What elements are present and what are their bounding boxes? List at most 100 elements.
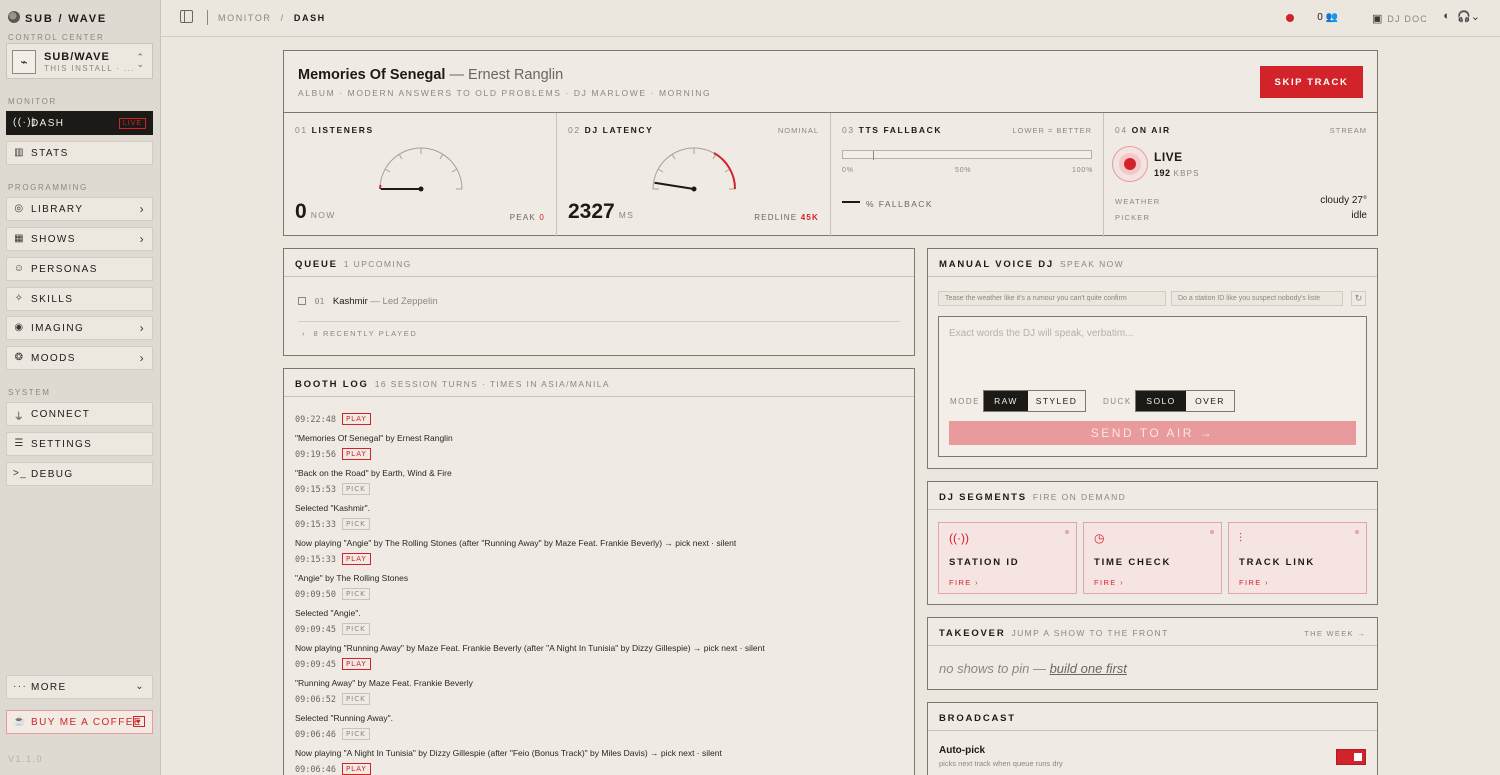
breadcrumb-parent[interactable]: MONITOR xyxy=(218,13,272,23)
queue-title-text: QUEUE xyxy=(295,259,338,270)
listeners-value: 0 NOW xyxy=(295,200,336,224)
dj-segments-panel: DJ SEGMENTS FIRE ON DEMAND ((·)) STATION … xyxy=(927,481,1378,605)
mode-styled[interactable]: STYLED xyxy=(1028,391,1085,411)
booth-title: BOOTH LOG 16 SESSION TURNS · TIMES IN ASI… xyxy=(295,379,610,390)
palette-icon: ❂ xyxy=(14,352,25,363)
sidebar-item-debug[interactable]: >_ DEBUG xyxy=(6,462,153,486)
sidebar-toggle-icon[interactable] xyxy=(180,10,193,23)
sidebar: SUB / WAVE CONTROL CENTER ⌁ SUB/WAVE THI… xyxy=(0,0,161,775)
mode-raw[interactable]: RAW xyxy=(984,391,1028,411)
terminal-icon: >_ xyxy=(13,468,28,479)
picker-label: PICKER xyxy=(1115,213,1151,222)
queue-item-title: Kashmir xyxy=(332,296,368,307)
gauge-needle xyxy=(654,181,695,190)
log-tag: PICK xyxy=(341,483,370,495)
breadcrumb: MONITOR / DASH xyxy=(218,13,326,23)
latency-redline: REDLINE 45K xyxy=(754,213,819,222)
stat-number: 01 xyxy=(295,125,308,135)
segment-fire: FIRE › xyxy=(1239,578,1270,587)
tts-marker xyxy=(872,151,874,160)
broadcast-title: BROADCAST xyxy=(939,713,1016,724)
sparkle-icon: ✧ xyxy=(14,293,25,304)
sidebar-item-moods[interactable]: ❂ MOODS › xyxy=(6,346,153,370)
takeover-title: TAKEOVER JUMP A SHOW TO THE FRONT xyxy=(939,628,1169,639)
listener-count[interactable]: 0 👥 xyxy=(1317,12,1338,23)
install-switcher[interactable]: ⌁ SUB/WAVE THIS INSTALL · ... ⌃ ⌄ xyxy=(6,43,153,79)
latency-value: 2327 MS xyxy=(568,200,634,224)
log-time: 09:19:56 xyxy=(295,450,336,460)
sidebar-item-imaging[interactable]: ◉ IMAGING › xyxy=(6,316,153,340)
buy-coffee-button[interactable]: ☕ BUY ME A COFFEE ♥ xyxy=(6,710,153,734)
segment-track-link[interactable]: ⫶ TRACK LINK FIRE › xyxy=(1228,522,1367,594)
segment-station-id[interactable]: ((·)) STATION ID FIRE › xyxy=(938,522,1077,594)
listeners-gauge xyxy=(379,147,463,192)
broadcast-icon: ((·)) xyxy=(13,117,37,128)
recently-played-toggle[interactable]: › 8 RECENTLY PLAYED xyxy=(302,329,417,338)
dj-doc-button[interactable]: ▣ DJ DOC xyxy=(1372,12,1428,25)
duck-solo[interactable]: SOLO xyxy=(1136,391,1186,411)
stat-heading: 04 ON AIR xyxy=(1115,125,1171,135)
log-tag: PLAY xyxy=(341,763,371,775)
log-tag: PLAY xyxy=(341,448,371,460)
log-text: Now playing "A Night In Tunisia" by Dizz… xyxy=(295,748,722,758)
recording-indicator xyxy=(1286,14,1294,22)
mode-toggle[interactable]: RAW STYLED xyxy=(983,390,1086,412)
stat-label: DJ LATENCY xyxy=(584,125,654,135)
voice-script-input[interactable]: Exact words the DJ will speak, verbatim.… xyxy=(938,316,1367,457)
users-icon: 👥 xyxy=(1325,12,1338,23)
clipboard-icon: ▣ xyxy=(1372,13,1384,25)
checkbox[interactable] xyxy=(298,297,306,305)
sidebar-item-connect[interactable]: ⏚ CONNECT xyxy=(6,402,153,426)
sidebar-item-label: IMAGING xyxy=(31,323,85,334)
the-week-link[interactable]: THE WEEK → xyxy=(1304,629,1366,638)
antenna-icon: ◉ xyxy=(14,322,25,333)
queue-item-number: 01 xyxy=(314,297,325,306)
build-show-link[interactable]: build one first xyxy=(1050,661,1127,676)
headphones-icon[interactable]: 🎧⌄ xyxy=(1457,10,1480,23)
sidebar-item-dash[interactable]: ((·)) DASH LIVE xyxy=(6,111,153,135)
calendar-icon: ▦ xyxy=(14,233,25,244)
takeover-title-text: TAKEOVER xyxy=(939,628,1006,639)
segment-fire: FIRE › xyxy=(1094,578,1125,587)
sidebar-item-personas[interactable]: ☺ PERSONAS xyxy=(6,257,153,281)
sidebar-item-skills[interactable]: ✧ SKILLS xyxy=(6,287,153,311)
skip-track-button[interactable]: SKIP TRACK xyxy=(1260,66,1363,98)
duck-over[interactable]: OVER xyxy=(1186,391,1234,411)
send-to-air-button[interactable]: SEND TO AIR → xyxy=(949,421,1356,445)
empty-text: no shows to pin — xyxy=(939,661,1050,676)
chevron-updown-icon: ⌃ ⌄ xyxy=(136,52,144,69)
stat-heading: 03 TTS FALLBACK xyxy=(842,125,942,135)
tts-value xyxy=(842,201,860,203)
breadcrumb-separator: / xyxy=(280,13,285,23)
status-dot xyxy=(1065,530,1069,534)
latency-status: NOMINAL xyxy=(777,126,819,135)
queue-panel: QUEUE 1 UPCOMING 01 Kashmir — Led Zeppeli… xyxy=(283,248,915,356)
sidebar-item-label: STATS xyxy=(31,148,69,159)
sidebar-item-stats[interactable]: ▥ STATS xyxy=(6,141,153,165)
mode-label: MODE xyxy=(950,397,980,406)
weather-label: WEATHER xyxy=(1115,197,1161,206)
refresh-icon[interactable]: ↻ xyxy=(1351,291,1366,306)
latency-gauge xyxy=(652,147,737,192)
segment-time-check[interactable]: ◷ TIME CHECK FIRE › xyxy=(1083,522,1222,594)
log-tag: PICK xyxy=(341,588,370,600)
prompt-chip[interactable]: Tease the weather like it's a rumour you… xyxy=(938,291,1166,306)
bitrate-value: 192 xyxy=(1154,168,1171,178)
track-title: Memories Of Senegal xyxy=(298,67,446,83)
prompt-chip[interactable]: Do a station ID like you suspect nobody'… xyxy=(1171,291,1343,306)
queue-count: 1 UPCOMING xyxy=(343,259,412,269)
log-tag: PICK xyxy=(341,518,370,530)
autopick-toggle[interactable] xyxy=(1336,749,1366,765)
sidebar-item-library[interactable]: ◎ LIBRARY › xyxy=(6,197,153,221)
duck-toggle[interactable]: SOLO OVER xyxy=(1135,390,1235,412)
sidebar-item-settings[interactable]: ☰ SETTINGS xyxy=(6,432,153,456)
manual-voice-dj-panel: MANUAL VOICE DJ SPEAK NOW Tease the weath… xyxy=(927,248,1378,469)
booth-title-text: BOOTH LOG xyxy=(295,379,369,390)
log-tag: PICK xyxy=(341,693,370,705)
log-text: "Angie" by The Rolling Stones xyxy=(295,573,409,583)
listeners-unit: NOW xyxy=(310,210,336,220)
palette-icon[interactable]: ◐ xyxy=(1443,10,1450,22)
queue-item[interactable]: 01 Kashmir — Led Zeppelin xyxy=(298,296,437,307)
sidebar-item-shows[interactable]: ▦ SHOWS › xyxy=(6,227,153,251)
more-button[interactable]: ··· MORE ⌄ xyxy=(6,675,153,699)
